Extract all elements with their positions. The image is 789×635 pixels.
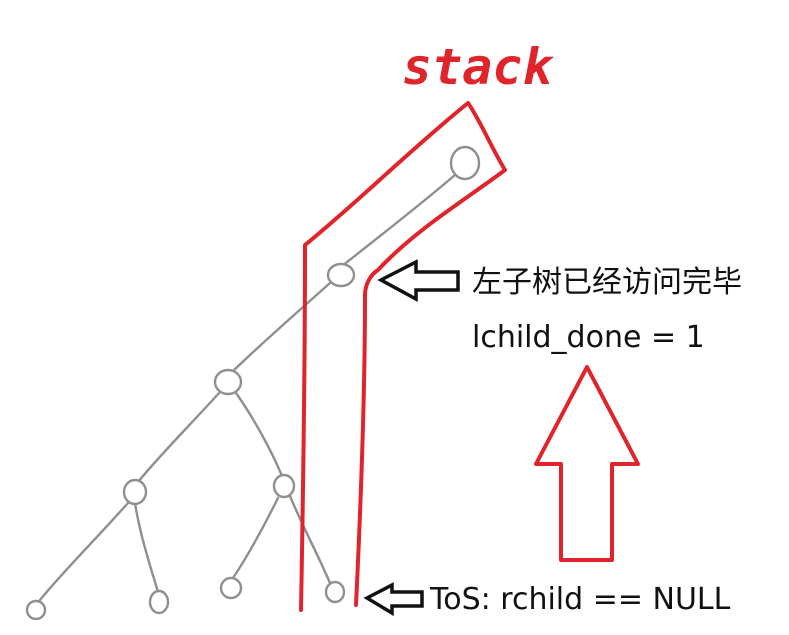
tree-node [326,262,356,288]
stack-outline [299,101,507,612]
tree-node [148,589,170,615]
tree-node [25,599,47,621]
tree-node [449,145,481,181]
tree-edge [136,390,222,484]
up-arrow-icon [534,365,640,562]
tree-edge [231,496,280,580]
tree-node [122,478,148,506]
tree-node [324,580,346,604]
stack-title: stack [402,38,554,96]
tree-node [213,368,243,396]
tree-node [219,576,243,600]
tree-node [272,473,296,499]
binary-tree [25,145,481,621]
tree-edge [133,501,160,594]
left-pointer-arrow-icon [377,259,460,302]
tree-edge [230,281,332,374]
tree-edge [234,391,284,478]
tos-label: ToS: rchild == NULL [429,582,731,617]
tos-pointer-arrow-icon [363,582,424,617]
tree-edge [288,494,332,585]
tree-edge [38,501,130,602]
diagram-canvas: stack 左子树已经访问完毕 lchild_done = 1 ToS: rch… [25,38,742,621]
lchild-done-label: lchild_done = 1 [472,320,705,355]
left-subtree-visited-label: 左子树已经访问完毕 [472,265,742,300]
